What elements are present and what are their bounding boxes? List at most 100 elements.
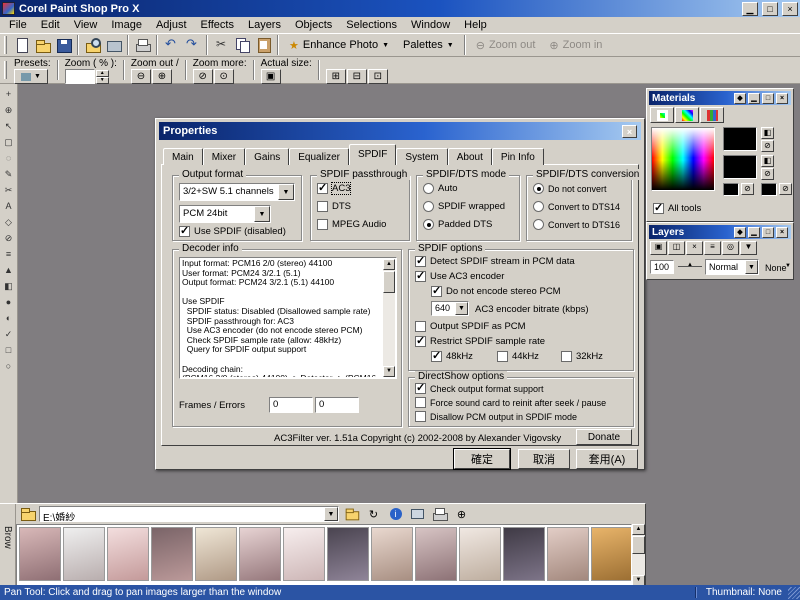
scroll-up-icon[interactable]: ▲	[632, 524, 645, 535]
radio-icon[interactable]	[533, 219, 544, 230]
tool-straighten[interactable]: ▲	[1, 263, 16, 277]
rate-44-checkbox[interactable]: 44kHz	[497, 351, 539, 362]
chevron-down-icon[interactable]: ▼	[254, 206, 270, 222]
tool-fill[interactable]: ◐	[1, 311, 16, 325]
tab-equalizer[interactable]: Equalizer	[289, 148, 349, 165]
ok-button[interactable]: 確定	[454, 449, 510, 469]
rainbow-tab[interactable]	[675, 107, 699, 123]
color-picker-panel[interactable]	[651, 127, 715, 191]
scan-button[interactable]	[103, 35, 124, 55]
toolbar-grip[interactable]	[4, 36, 7, 54]
new-button[interactable]	[11, 35, 32, 55]
pin-icon[interactable]: ◆	[734, 227, 746, 238]
sample-format-dropdown[interactable]: PCM 24bit▼	[179, 205, 271, 223]
browser-tab[interactable]: Brow	[0, 504, 16, 585]
checkbox-icon[interactable]	[561, 351, 572, 362]
ac3-checkbox[interactable]: AC3	[317, 183, 350, 194]
photo-thumbnail[interactable]	[195, 527, 237, 581]
zoom-percent-spinner[interactable]: ▲▼	[96, 70, 109, 84]
photo-thumbnail[interactable]	[547, 527, 589, 581]
transparent-icon[interactable]: ⊘	[779, 183, 792, 195]
duplicate-layer-icon[interactable]: ◫	[668, 241, 685, 255]
menu-adjust[interactable]: Adjust	[149, 18, 194, 32]
link-set-value[interactable]: None	[765, 263, 787, 273]
pin-icon[interactable]: ◆	[734, 93, 746, 104]
full-screen-button[interactable]: ⊡	[368, 69, 388, 84]
tool-selection[interactable]: ◌	[1, 151, 16, 165]
enhance-photo-button[interactable]: ★ Enhance Photo ▼	[282, 35, 396, 55]
menu-objects[interactable]: Objects	[288, 18, 339, 32]
donate-button[interactable]: Donate	[576, 429, 632, 445]
photo-thumbnail[interactable]	[503, 527, 545, 581]
menu-window[interactable]: Window	[404, 18, 457, 32]
refresh-button[interactable]: ↻	[364, 506, 383, 522]
photo-thumbnail[interactable]	[283, 527, 325, 581]
foreground-swatch[interactable]	[723, 127, 757, 151]
scrollbar-thumb[interactable]	[383, 271, 395, 293]
maximize-button[interactable]: □	[762, 2, 778, 16]
find-button[interactable]: ⊕	[452, 506, 471, 522]
tool-text[interactable]: A	[1, 199, 16, 213]
frame-tab[interactable]	[650, 107, 674, 123]
checkbox-icon[interactable]	[497, 351, 508, 362]
spin-up-icon[interactable]: ▲	[96, 70, 109, 77]
layer-group-icon[interactable]: ≡	[704, 241, 721, 255]
photo-thumbnail[interactable]	[591, 527, 632, 581]
convert-dts14-radio[interactable]: Convert to DTS14	[533, 201, 620, 212]
redo-button[interactable]	[182, 35, 203, 55]
rate-32-checkbox[interactable]: 32kHz	[561, 351, 603, 362]
fit-image-button[interactable]: ⊟	[347, 69, 367, 84]
transparent-icon[interactable]: ⊘	[761, 140, 774, 152]
chevron-down-icon[interactable]: ▼	[745, 260, 758, 274]
info-button[interactable]: i	[386, 506, 405, 522]
checkbox-icon[interactable]	[317, 183, 328, 194]
decoder-scrollbar[interactable]: ▲ ▼	[383, 259, 395, 377]
tool-dodge[interactable]: ◧	[1, 279, 16, 293]
zoom-more-out-button[interactable]: ⊘	[193, 69, 213, 84]
fill-mini-swatch[interactable]	[761, 183, 777, 196]
chevron-down-icon[interactable]: ▼	[324, 507, 338, 521]
photo-thumbnail[interactable]	[459, 527, 501, 581]
zoom-percent-input[interactable]	[65, 69, 95, 84]
open-folder-icon[interactable]	[20, 507, 36, 521]
photo-thumbnail[interactable]	[327, 527, 369, 581]
tool-pick[interactable]: ↖	[1, 119, 16, 133]
browse-button[interactable]	[82, 35, 103, 55]
materials-titlebar[interactable]: Materials ◆ ▁ □ ×	[649, 91, 791, 105]
print-button[interactable]	[132, 35, 153, 55]
zoom-in-tool-button[interactable]: ⊕	[152, 69, 172, 84]
checkbox-icon[interactable]	[415, 397, 426, 408]
scroll-up-icon[interactable]: ▲	[383, 259, 395, 270]
tool-eraser[interactable]: ⊘	[1, 231, 16, 245]
radio-icon[interactable]	[533, 201, 544, 212]
maximize-icon[interactable]: □	[762, 227, 774, 238]
checkbox-icon[interactable]	[653, 203, 664, 214]
mpeg-audio-checkbox[interactable]: MPEG Audio	[317, 219, 386, 230]
tool-brush[interactable]: ●	[1, 295, 16, 309]
toolbar-grip[interactable]	[4, 61, 7, 79]
maximize-icon[interactable]: □	[762, 93, 774, 104]
photo-thumbnail[interactable]	[19, 527, 61, 581]
tab-gains[interactable]: Gains	[245, 148, 289, 165]
stroke-mini-swatch[interactable]	[723, 183, 739, 196]
up-folder-button[interactable]	[342, 506, 361, 522]
tool-shape[interactable]: ◇	[1, 215, 16, 229]
tab-system[interactable]: System	[396, 148, 447, 165]
restrict-rate-checkbox[interactable]: Restrict SPDIF sample rate	[415, 336, 545, 347]
print-thumb-button[interactable]	[430, 506, 449, 522]
transparent-icon[interactable]: ⊘	[761, 168, 774, 180]
menu-effects[interactable]: Effects	[194, 18, 241, 32]
background-swatch[interactable]	[723, 155, 757, 179]
tool-freehand[interactable]: ✎	[1, 167, 16, 181]
delete-layer-icon[interactable]: ×	[686, 241, 703, 255]
blend-mode-dropdown[interactable]: Normal▼	[705, 259, 759, 275]
mask-layer-icon[interactable]: ◎	[722, 241, 739, 255]
swatch-tab[interactable]	[700, 107, 724, 123]
new-layer-icon[interactable]: ▣	[650, 241, 667, 255]
scrollbar-thumb[interactable]	[632, 536, 645, 554]
tool-clone[interactable]: ≡	[1, 247, 16, 261]
close-icon[interactable]: ×	[776, 93, 788, 104]
menu-image[interactable]: Image	[104, 18, 149, 32]
channels-dropdown[interactable]: 3/2+SW 5.1 channels▼	[179, 183, 295, 201]
convert-dts16-radio[interactable]: Convert to DTS16	[533, 219, 620, 230]
